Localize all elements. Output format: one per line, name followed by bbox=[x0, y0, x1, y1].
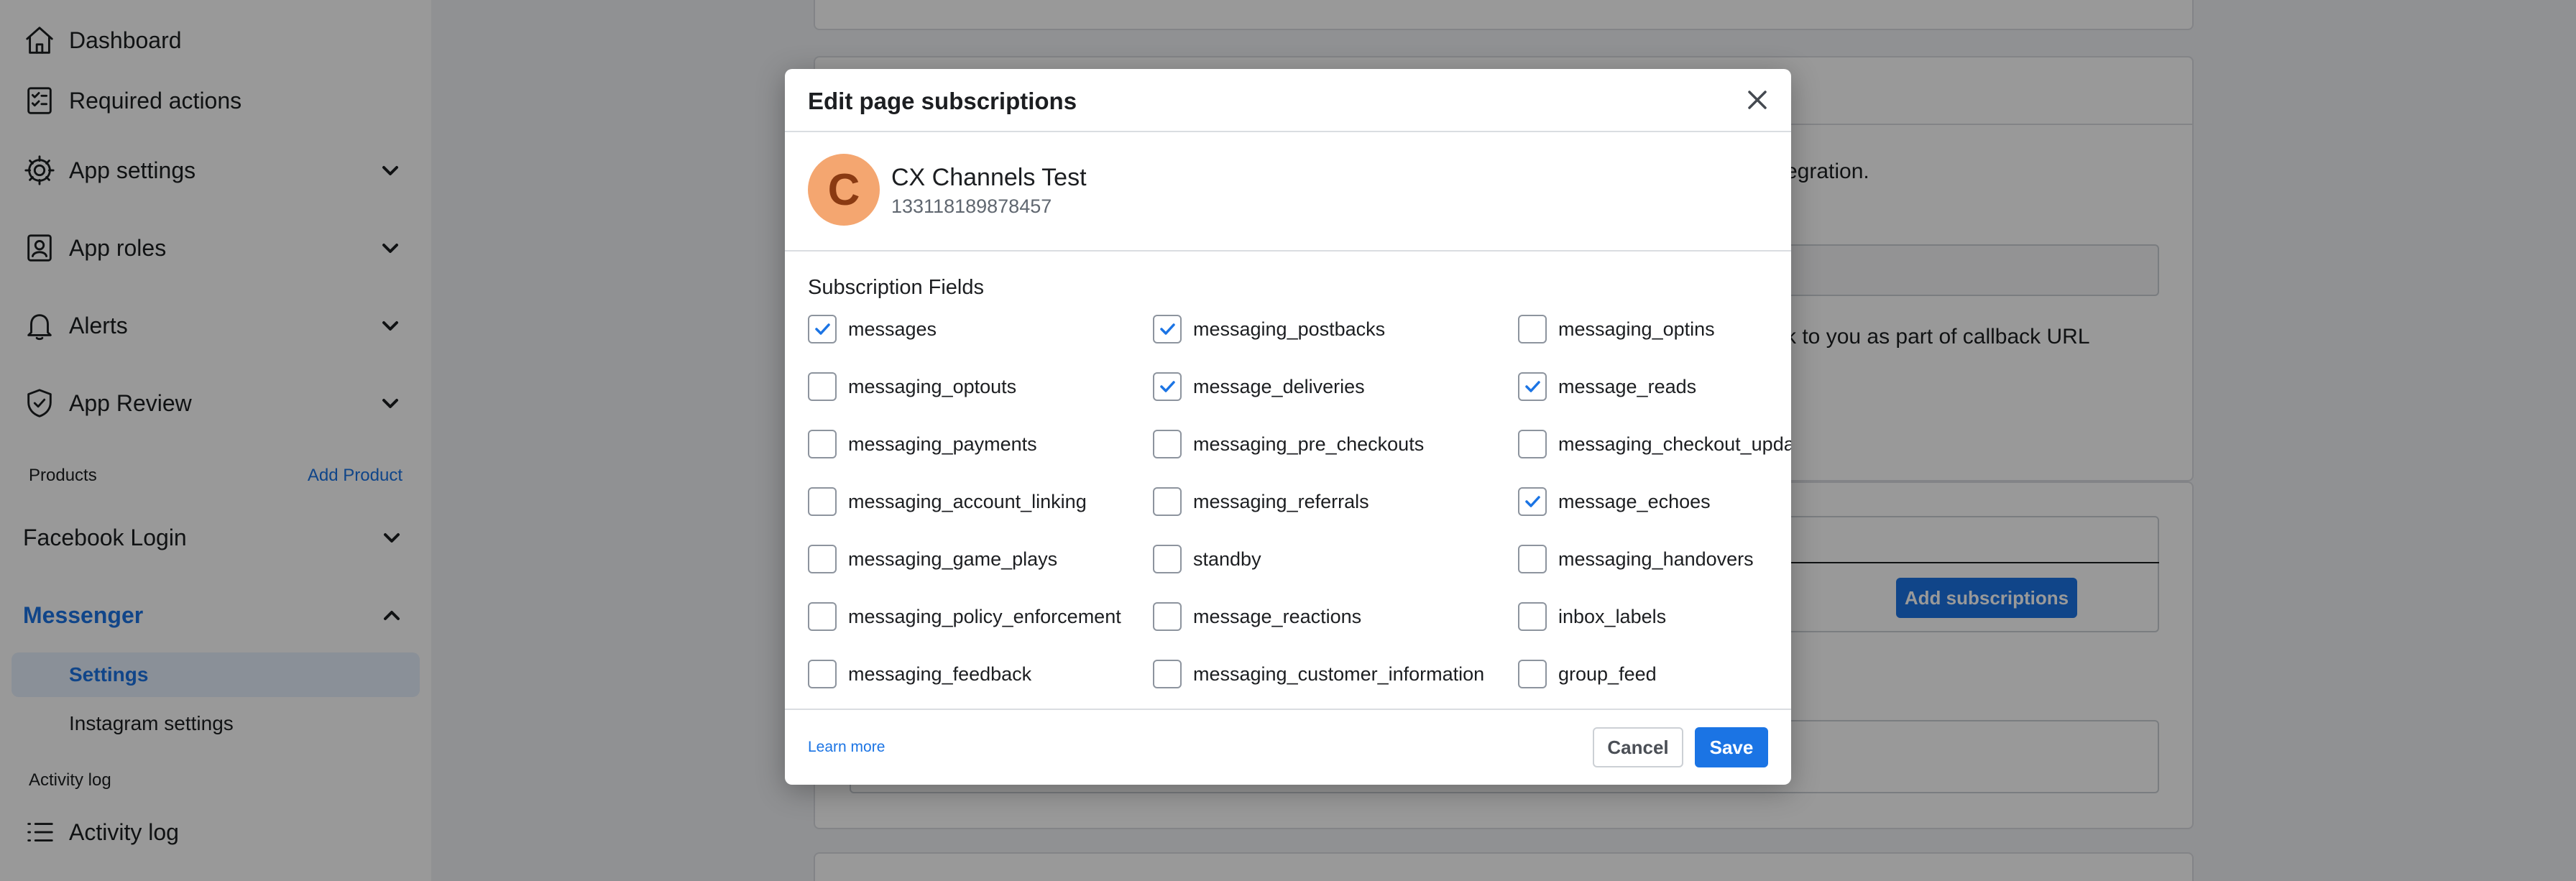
field-checkbox[interactable] bbox=[1153, 315, 1182, 343]
subscription-field[interactable]: message_reactions bbox=[1153, 601, 1512, 632]
dialog-title: Edit page subscriptions bbox=[808, 88, 1077, 114]
page-name: CX Channels Test bbox=[891, 164, 1087, 191]
subscription-field[interactable]: inbox_labels bbox=[1518, 601, 1791, 632]
checkmark-icon bbox=[1160, 323, 1175, 335]
field-label: standby bbox=[1193, 548, 1261, 570]
field-label: messaging_optins bbox=[1558, 318, 1715, 340]
field-checkbox[interactable] bbox=[1518, 430, 1547, 458]
subscription-field[interactable]: messaging_pre_checkouts bbox=[1153, 428, 1512, 460]
field-label: messaging_pre_checkouts bbox=[1193, 433, 1425, 455]
field-checkbox[interactable] bbox=[808, 660, 837, 688]
field-label: message_echoes bbox=[1558, 490, 1711, 512]
field-checkbox[interactable] bbox=[808, 315, 837, 343]
field-label: messaging_postbacks bbox=[1193, 318, 1386, 340]
dialog-footer: Learn more Cancel Save bbox=[785, 709, 1791, 785]
field-checkbox[interactable] bbox=[808, 602, 837, 631]
field-checkbox[interactable] bbox=[1153, 487, 1182, 516]
subscription-field[interactable]: messaging_policy_enforcement bbox=[808, 601, 1146, 632]
field-label: inbox_labels bbox=[1558, 605, 1667, 627]
save-button[interactable]: Save bbox=[1695, 727, 1768, 767]
field-label: messages bbox=[848, 318, 937, 340]
checkmark-icon bbox=[815, 323, 830, 335]
subscription-field[interactable]: message_echoes bbox=[1518, 486, 1791, 517]
field-checkbox[interactable] bbox=[808, 545, 837, 573]
dialog-header: Edit page subscriptions bbox=[785, 69, 1791, 132]
subscription-field[interactable]: message_reads bbox=[1518, 371, 1791, 402]
subscription-field[interactable]: messaging_customer_information bbox=[1153, 658, 1512, 690]
field-checkbox[interactable] bbox=[1153, 602, 1182, 631]
field-checkbox[interactable] bbox=[1153, 660, 1182, 688]
field-checkbox[interactable] bbox=[1518, 315, 1547, 343]
subscription-field[interactable]: messaging_payments bbox=[808, 428, 1146, 460]
field-checkbox[interactable] bbox=[808, 487, 837, 516]
close-button[interactable] bbox=[1741, 83, 1774, 116]
field-label: messaging_checkout_upda bbox=[1558, 433, 1791, 455]
field-checkbox[interactable] bbox=[808, 430, 837, 458]
subscription-field[interactable]: messaging_optouts bbox=[808, 371, 1146, 402]
field-checkbox[interactable] bbox=[1518, 660, 1547, 688]
field-label: message_reads bbox=[1558, 375, 1697, 397]
field-checkbox[interactable] bbox=[1153, 372, 1182, 401]
field-label: messaging_customer_information bbox=[1193, 663, 1485, 685]
field-checkbox[interactable] bbox=[1518, 372, 1547, 401]
field-label: messaging_optouts bbox=[848, 375, 1017, 397]
field-label: messaging_payments bbox=[848, 433, 1037, 455]
subscription-field[interactable]: messaging_game_plays bbox=[808, 543, 1146, 575]
subscription-field[interactable]: group_feed bbox=[1518, 658, 1791, 690]
field-checkbox[interactable] bbox=[1518, 602, 1547, 631]
subscription-field[interactable]: messaging_feedback bbox=[808, 658, 1146, 690]
field-label: message_reactions bbox=[1193, 605, 1362, 627]
field-label: messaging_handovers bbox=[1558, 548, 1754, 570]
field-label: messaging_feedback bbox=[848, 663, 1032, 685]
field-checkbox[interactable] bbox=[808, 372, 837, 401]
subscription-field[interactable]: message_deliveries bbox=[1153, 371, 1512, 402]
field-label: group_feed bbox=[1558, 663, 1657, 685]
field-label: messaging_referrals bbox=[1193, 490, 1369, 512]
field-checkbox[interactable] bbox=[1518, 487, 1547, 516]
subscription-field[interactable]: messaging_optins bbox=[1518, 313, 1791, 345]
close-icon bbox=[1748, 91, 1767, 109]
field-checkbox[interactable] bbox=[1518, 545, 1547, 573]
cancel-button[interactable]: Cancel bbox=[1593, 727, 1683, 767]
page-id: 133118189878457 bbox=[891, 195, 1052, 217]
subscription-field[interactable]: messaging_account_linking bbox=[808, 486, 1146, 517]
learn-more-link[interactable]: Learn more bbox=[808, 739, 885, 756]
page-info: C CX Channels Test 133118189878457 bbox=[785, 132, 1791, 252]
avatar: C bbox=[808, 154, 880, 226]
subscription-field[interactable]: messaging_referrals bbox=[1153, 486, 1512, 517]
subscription-field[interactable]: messaging_handovers bbox=[1518, 543, 1791, 575]
field-checkbox[interactable] bbox=[1153, 545, 1182, 573]
checkmark-icon bbox=[1525, 496, 1540, 507]
edit-page-subscriptions-dialog: Edit page subscriptions C CX Channels Te… bbox=[785, 69, 1791, 785]
subscription-field[interactable]: messages bbox=[808, 313, 1146, 345]
subscription-field[interactable]: messaging_checkout_upda bbox=[1518, 428, 1791, 460]
field-label: messaging_account_linking bbox=[848, 490, 1087, 512]
checkmark-icon bbox=[1525, 381, 1540, 392]
subscription-field[interactable]: messaging_postbacks bbox=[1153, 313, 1512, 345]
field-checkbox[interactable] bbox=[1153, 430, 1182, 458]
subscription-fields-title: Subscription Fields bbox=[808, 276, 984, 299]
field-label: message_deliveries bbox=[1193, 375, 1365, 397]
field-label: messaging_game_plays bbox=[848, 548, 1058, 570]
subscription-field[interactable]: standby bbox=[1153, 543, 1512, 575]
checkmark-icon bbox=[1160, 381, 1175, 392]
field-label: messaging_policy_enforcement bbox=[848, 605, 1121, 627]
